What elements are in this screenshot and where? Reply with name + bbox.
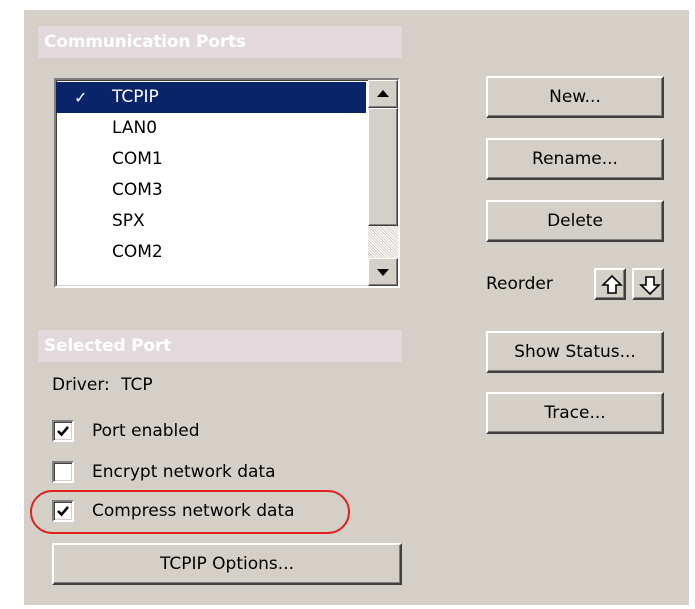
trace-button[interactable]: Trace...	[486, 392, 664, 434]
list-item[interactable]: COM3	[56, 175, 366, 206]
scroll-up-button[interactable]	[368, 80, 398, 108]
communication-ports-header: Communication Ports	[38, 26, 402, 58]
delete-button[interactable]: Delete	[486, 200, 664, 242]
list-item-label: SPX	[112, 211, 145, 231]
check-mark-icon: ✓	[74, 88, 88, 107]
up-arrow-icon	[601, 274, 623, 294]
port-enabled-label: Port enabled	[92, 421, 200, 441]
reorder-down-button[interactable]	[632, 268, 664, 300]
scroll-down-button[interactable]	[368, 258, 398, 286]
port-list-items: ✓ TCPIP LAN0 COM1 COM3 SPX COM2	[56, 80, 366, 286]
driver-label: Driver: TCP	[52, 373, 153, 397]
selected-port-header: Selected Port	[38, 330, 402, 362]
driver-label-text: Driver:	[52, 375, 110, 395]
scroll-down-icon	[377, 269, 389, 276]
list-item[interactable]: LAN0	[56, 113, 366, 144]
list-item-label: COM1	[112, 149, 163, 169]
list-item-label: LAN0	[112, 118, 158, 138]
scroll-up-icon	[377, 90, 389, 97]
scroll-thumb[interactable]	[368, 108, 398, 226]
list-item[interactable]: SPX	[56, 206, 366, 237]
list-item-label: COM3	[112, 180, 163, 200]
encrypt-network-data-checkbox[interactable]	[52, 461, 74, 483]
list-item[interactable]: COM2	[56, 237, 366, 268]
compress-network-data-label: Compress network data	[92, 501, 295, 521]
down-arrow-icon	[639, 276, 661, 296]
compress-network-data-checkbox[interactable]	[52, 500, 74, 522]
port-list[interactable]: ✓ TCPIP LAN0 COM1 COM3 SPX COM2	[54, 78, 400, 288]
list-item[interactable]: COM1	[56, 144, 366, 175]
reorder-up-button[interactable]	[594, 268, 626, 300]
list-item[interactable]: ✓ TCPIP	[56, 82, 366, 113]
new-button[interactable]: New...	[486, 76, 664, 118]
port-list-scrollbar[interactable]	[368, 80, 398, 286]
driver-value: TCP	[121, 375, 153, 395]
encrypt-network-data-label: Encrypt network data	[92, 462, 276, 482]
checkmark-icon	[57, 426, 69, 437]
list-item-label: TCPIP	[112, 87, 159, 107]
list-item-label: COM2	[112, 242, 163, 262]
checkmark-icon	[57, 506, 69, 517]
tcpip-options-button[interactable]: TCPIP Options...	[52, 543, 402, 585]
port-enabled-checkbox[interactable]	[52, 420, 74, 442]
rename-button[interactable]: Rename...	[486, 138, 664, 180]
reorder-label: Reorder	[486, 274, 553, 294]
show-status-button[interactable]: Show Status...	[486, 331, 664, 373]
